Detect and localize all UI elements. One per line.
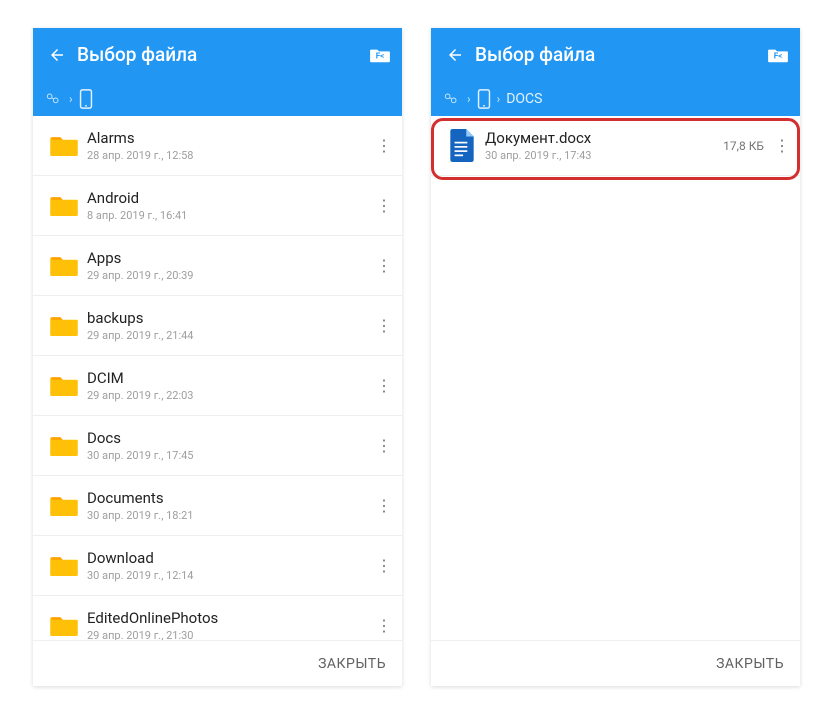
svg-text:F<: F< [376,50,385,60]
back-icon[interactable] [441,41,469,69]
left-header: Выбор файла F< [33,28,402,81]
folder-row-3[interactable]: backups 29 апр. 2019 г., 21:44⋮ [33,296,402,356]
breadcrumb-docs-label[interactable]: DOCS [506,91,542,107]
folder-icon [41,613,87,639]
folder-name: Download [87,549,374,567]
more-options-icon[interactable]: ⋮ [374,556,394,575]
folder-icon [41,373,87,399]
more-options-icon[interactable]: ⋮ [374,616,394,635]
app-logo-icon[interactable]: F< [368,43,392,67]
folder-meta: 29 апр. 2019 г., 20:39 [87,269,374,282]
left-breadcrumb: › [33,81,402,116]
breadcrumb-device-icon[interactable] [477,89,491,109]
folder-row-0[interactable]: Alarms 28 апр. 2019 г., 12:58⋮ [33,116,402,176]
right-header: Выбор файла F< [431,28,800,81]
folder-name: Documents [87,489,374,507]
folder-meta: 29 апр. 2019 г., 22:03 [87,389,374,402]
more-options-icon[interactable]: ⋮ [374,256,394,275]
folder-name: Alarms [87,129,374,147]
folder-icon [41,193,87,219]
more-options-icon[interactable]: ⋮ [374,136,394,155]
folder-icon [41,133,87,159]
app-logo-icon[interactable]: F< [766,43,790,67]
right-breadcrumb: › › DOCS [431,81,800,116]
file-row-docx[interactable]: Документ.docx 30 апр. 2019 г., 17:43 17,… [431,116,800,176]
svg-text:F<: F< [774,50,783,60]
more-options-icon[interactable]: ⋮ [374,496,394,515]
folder-name: Docs [87,429,374,447]
folder-row-5[interactable]: Docs 30 апр. 2019 г., 17:45⋮ [33,416,402,476]
file-meta: 30 апр. 2019 г., 17:43 [485,149,723,162]
chevron-right-icon: › [497,92,501,106]
chevron-right-icon: › [467,92,471,106]
folder-icon [41,313,87,339]
folder-icon [41,493,87,519]
more-options-icon[interactable]: ⋮ [374,436,394,455]
file-name: Документ.docx [485,129,723,147]
close-button[interactable]: ЗАКРЫТЬ [716,656,784,672]
breadcrumb-root-icon[interactable] [43,91,63,107]
folder-row-7[interactable]: Download 30 апр. 2019 г., 12:14⋮ [33,536,402,596]
folder-row-1[interactable]: Android 8 апр. 2019 г., 16:41⋮ [33,176,402,236]
docx-file-icon [439,129,485,163]
folder-meta: 8 апр. 2019 г., 16:41 [87,209,374,222]
folder-icon [41,253,87,279]
breadcrumb-root-icon[interactable] [441,91,461,107]
more-options-icon[interactable]: ⋮ [374,376,394,395]
left-file-list: Alarms28 апр. 2019 г., 12:58⋮Android8 ап… [33,116,402,656]
breadcrumb-device-icon[interactable] [79,89,93,109]
more-options-icon[interactable]: ⋮ [772,136,792,155]
folder-meta: 29 апр. 2019 г., 21:44 [87,329,374,342]
folder-row-6[interactable]: Documents 30 апр. 2019 г., 18:21⋮ [33,476,402,536]
folder-meta: 30 апр. 2019 г., 18:21 [87,509,374,522]
folder-row-4[interactable]: DCIM 29 апр. 2019 г., 22:03⋮ [33,356,402,416]
right-title: Выбор файла [475,43,766,66]
folder-name: EditedOnlinePhotos [87,609,374,627]
back-icon[interactable] [43,41,71,69]
right-footer: ЗАКРЫТЬ [431,640,800,686]
folder-row-2[interactable]: Apps 29 апр. 2019 г., 20:39⋮ [33,236,402,296]
folder-meta: 28 апр. 2019 г., 12:58 [87,149,374,162]
folder-icon [41,553,87,579]
more-options-icon[interactable]: ⋮ [374,316,394,335]
left-title: Выбор файла [77,43,368,66]
folder-name: backups [87,309,374,327]
folder-meta: 30 апр. 2019 г., 12:14 [87,569,374,582]
left-footer: ЗАКРЫТЬ [33,640,402,686]
more-options-icon[interactable]: ⋮ [374,196,394,215]
close-button[interactable]: ЗАКРЫТЬ [318,656,386,672]
file-size: 17,8 КБ [723,139,764,153]
folder-icon [41,433,87,459]
folder-meta: 30 апр. 2019 г., 17:45 [87,449,374,462]
chevron-right-icon: › [69,92,73,106]
folder-name: Android [87,189,374,207]
right-file-list: Документ.docx 30 апр. 2019 г., 17:43 17,… [431,116,800,176]
folder-name: DCIM [87,369,374,387]
folder-name: Apps [87,249,374,267]
